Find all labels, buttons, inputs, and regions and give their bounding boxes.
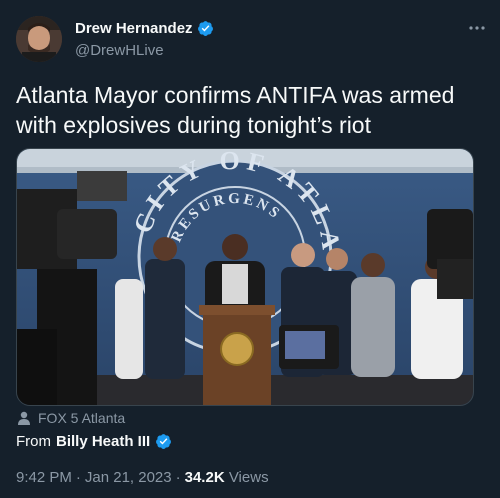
tweet: Drew Hernandez @DrewHLive Atlanta Mayor … [0,0,500,498]
verified-badge-icon [156,434,172,449]
media-source-label: FOX 5 Atlanta [38,410,126,426]
author-display-name[interactable]: Drew Hernandez [75,20,193,37]
from-user-link[interactable]: Billy Heath III [56,433,150,450]
tweet-meta: 9:42 PM · Jan 21, 2023 · 34.2K Views [16,469,269,486]
tweet-time[interactable]: 9:42 PM [16,469,72,486]
more-dots-icon [469,26,485,30]
meta-separator: · [175,469,181,486]
author-handle[interactable]: @DrewHLive [75,42,164,59]
more-icon[interactable] [468,18,486,36]
press-conference-photo: CITY OF ATLANTA RESURGENS [17,149,473,405]
podium [199,305,275,405]
from-attribution: From Billy Heath III [16,433,172,450]
views-count[interactable]: 34.2K [185,469,225,486]
tweet-date[interactable]: Jan 21, 2023 [85,469,172,486]
media-source: FOX 5 Atlanta [18,410,125,426]
from-prefix: From [16,433,51,450]
author-name-row[interactable]: Drew Hernandez [75,20,214,37]
views-label: Views [228,469,269,486]
meta-separator: · [75,469,81,486]
media-image[interactable]: CITY OF ATLANTA RESURGENS [16,148,474,406]
avatar[interactable] [16,16,62,62]
verified-badge-icon [197,21,213,36]
person-icon [18,411,30,425]
avatar-image [16,16,62,62]
tweet-text: Atlanta Mayor confirms ANTIFA was armed … [16,82,455,138]
